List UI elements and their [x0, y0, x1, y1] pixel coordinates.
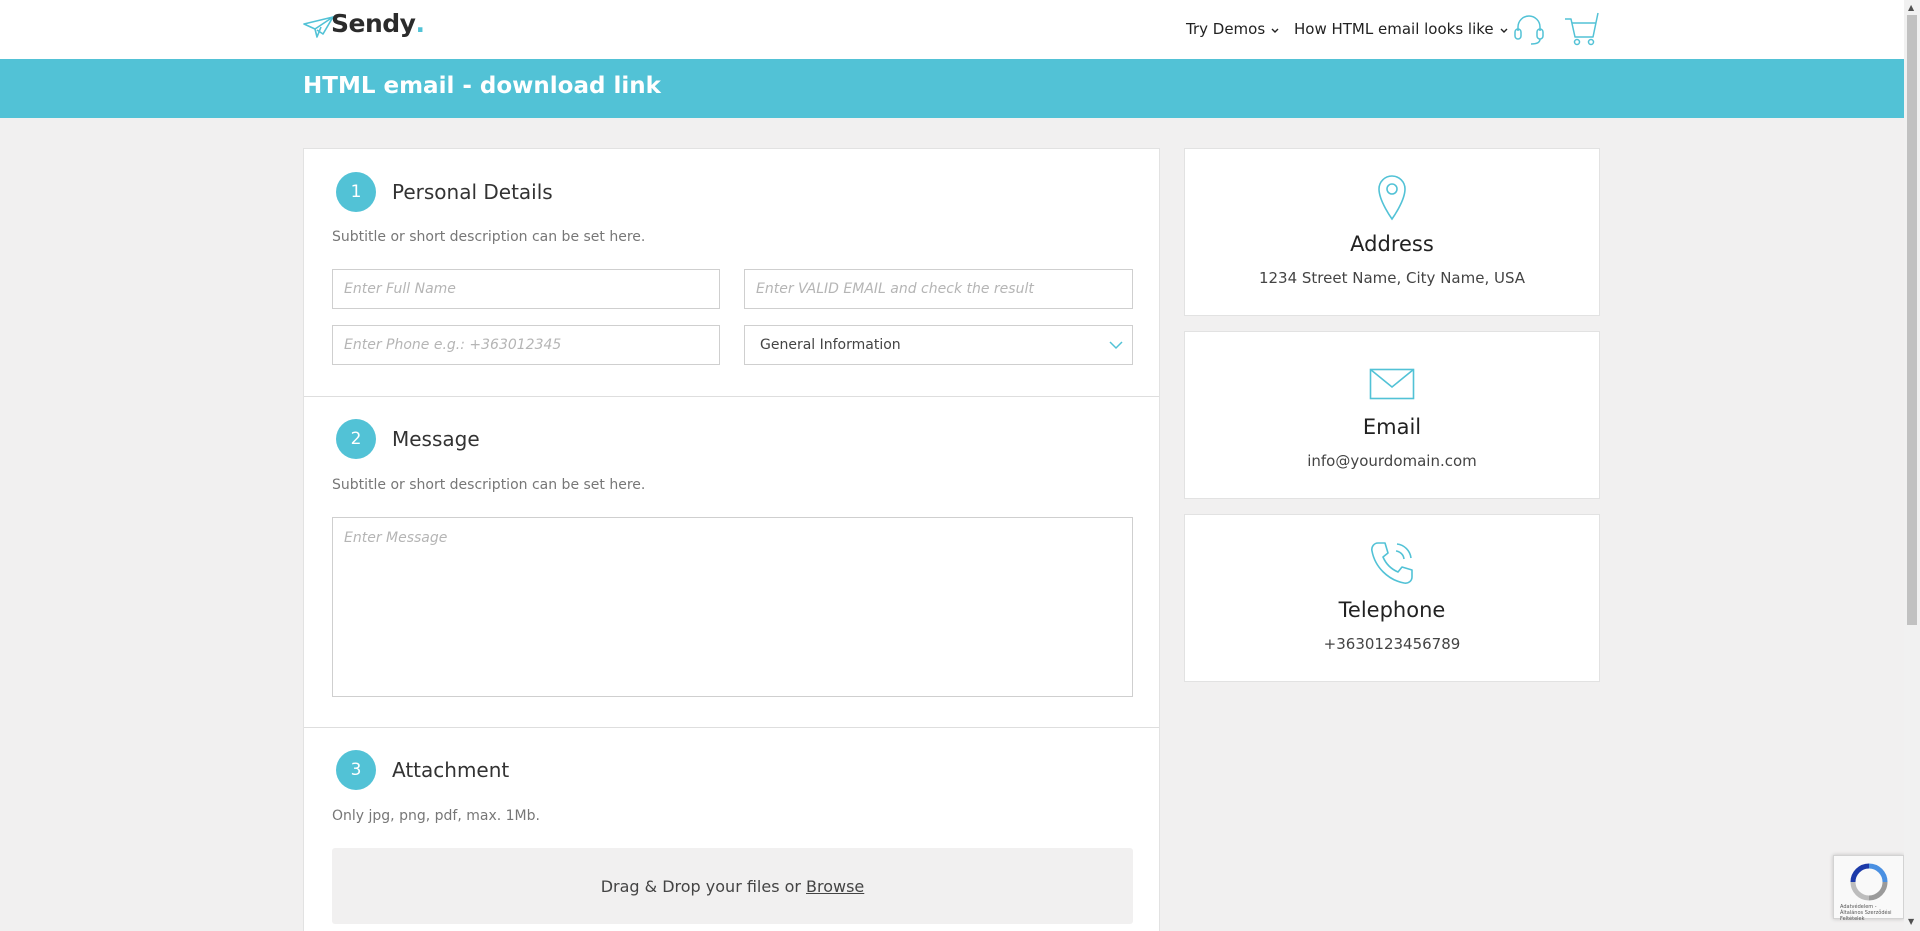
section-subtitle: Subtitle or short description can be set…	[332, 477, 646, 493]
chevron-down-icon	[1271, 28, 1279, 33]
section-subtitle: Only jpg, png, pdf, max. 1Mb.	[332, 808, 540, 824]
chevron-down-icon	[1109, 341, 1123, 350]
headset-icon	[1514, 15, 1544, 45]
message-textarea[interactable]: Enter Message	[332, 517, 1133, 697]
address-value: 1234 Street Name, City Name, USA	[1258, 269, 1526, 287]
email-label: Email	[1362, 415, 1422, 439]
top-navbar: Sendy. Try Demos How HTML email looks li…	[0, 0, 1904, 59]
logo-dot: .	[415, 9, 425, 38]
nav-try-demos[interactable]: Try Demos	[1186, 20, 1280, 38]
address-card: Address 1234 Street Name, City Name, USA	[1184, 148, 1600, 316]
email-value[interactable]: info@yourdomain.com	[1185, 452, 1599, 470]
phone-input[interactable]: Enter Phone e.g.: +363012345	[332, 325, 720, 365]
telephone-label: Telephone	[1338, 598, 1446, 622]
email-card: Email info@yourdomain.com	[1184, 331, 1600, 499]
section-title-attachment: Attachment	[392, 758, 510, 782]
topic-select[interactable]: General Information	[744, 325, 1133, 365]
address-label: Address	[1350, 232, 1434, 256]
telephone-value[interactable]: +3630123456789	[1185, 635, 1599, 653]
scroll-down-arrow[interactable]: ▼	[1908, 917, 1914, 926]
recaptcha-icon	[1850, 863, 1888, 901]
envelope-icon	[1369, 368, 1415, 400]
logo-text: Sendy	[331, 9, 416, 38]
cart-icon	[1565, 12, 1599, 46]
section-subtitle: Subtitle or short description can be set…	[332, 229, 646, 245]
full-name-input[interactable]: Enter Full Name	[332, 269, 720, 309]
nav-how-html-email[interactable]: How HTML email looks like	[1294, 20, 1509, 38]
section-title-personal-details: Personal Details	[392, 180, 553, 204]
recaptcha-badge[interactable]: Adatvédelem - Általános Szerződési Felté…	[1833, 855, 1904, 922]
section-title-message: Message	[392, 427, 480, 451]
step-1-badge: 1	[336, 172, 376, 212]
recaptcha-text[interactable]: Adatvédelem - Általános Szerződési Felté…	[1840, 904, 1900, 922]
section-divider	[304, 396, 1159, 397]
file-dropzone[interactable]: Drag & Drop your files or Browse	[332, 848, 1133, 924]
browse-link[interactable]: Browse	[806, 877, 864, 896]
nav-how-html-email-label: How HTML email looks like	[1294, 20, 1494, 38]
page-banner: HTML email - download link	[0, 59, 1904, 118]
chevron-down-icon	[1500, 28, 1508, 33]
dropzone-text: Drag & Drop your files or	[600, 876, 802, 896]
contact-form-card: 1 Personal Details Subtitle or short des…	[303, 148, 1160, 931]
phone-icon	[1371, 542, 1413, 584]
step-2-badge: 2	[336, 419, 376, 459]
scrollbar-thumb[interactable]	[1907, 15, 1917, 625]
topic-select-value: General Information	[760, 337, 901, 353]
support-button[interactable]	[1511, 11, 1547, 51]
sendy-logo[interactable]: Sendy.	[303, 9, 425, 38]
cart-button[interactable]	[1563, 11, 1601, 51]
scroll-up-arrow[interactable]: ▲	[1908, 3, 1914, 12]
nav-try-demos-label: Try Demos	[1186, 20, 1266, 38]
page-title: HTML email - download link	[303, 73, 661, 99]
location-pin-icon	[1378, 175, 1406, 221]
section-divider	[304, 727, 1159, 728]
page-scrollbar[interactable]: ▲ ▼	[1904, 0, 1920, 931]
telephone-card: Telephone +3630123456789	[1184, 514, 1600, 682]
step-3-badge: 3	[336, 750, 376, 790]
email-input[interactable]: Enter VALID EMAIL and check the result	[744, 269, 1133, 309]
